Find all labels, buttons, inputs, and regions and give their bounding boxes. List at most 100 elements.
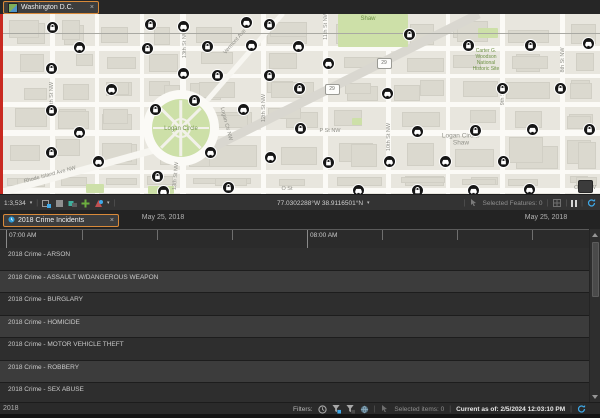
crime-marker-vehicle-icon[interactable]	[526, 123, 539, 136]
crime-marker-theft-lock-icon[interactable]	[524, 39, 537, 52]
crime-marker-theft-lock-icon[interactable]	[151, 170, 164, 183]
pause-drawing-icon[interactable]	[571, 200, 577, 207]
crime-marker-theft-lock-icon[interactable]	[45, 62, 58, 75]
crime-marker-vehicle-icon[interactable]	[439, 155, 452, 168]
crime-marker-theft-lock-icon[interactable]	[583, 123, 596, 136]
crime-marker-theft-lock-icon[interactable]	[45, 146, 58, 159]
building	[463, 81, 498, 97]
minor-tick	[532, 230, 533, 240]
crime-marker-theft-lock-icon[interactable]	[469, 124, 482, 137]
timeline-row-label: 2018 Crime - HOMICIDE	[8, 319, 80, 326]
crime-marker-vehicle-icon[interactable]	[204, 146, 217, 159]
timeline-footer: 2018 Filters: | Selected items: 0 | Curr…	[0, 402, 600, 414]
scale-value[interactable]: 1:3,534	[4, 200, 26, 207]
timeline-row-label: 2018 Crime - MOTOR VEHICLE THEFT	[8, 341, 124, 348]
building	[9, 20, 39, 37]
timeline-row-label: 2018 Crime - BURGLARY	[8, 296, 83, 303]
scale-dropdown-icon[interactable]: ▾	[30, 200, 33, 206]
selection-square-icon[interactable]	[55, 199, 64, 208]
crime-marker-theft-lock-icon[interactable]	[294, 122, 307, 135]
refresh-icon[interactable]	[587, 199, 596, 208]
crime-marker-vehicle-icon[interactable]	[467, 184, 480, 195]
map-canvas[interactable]: 292914th St NW13th St NW12th St NW11th S…	[0, 14, 600, 194]
add-selection-icon[interactable]	[42, 199, 51, 208]
crime-marker-vehicle-icon[interactable]	[245, 39, 258, 52]
timeline-scrollbar[interactable]	[589, 229, 600, 402]
crime-marker-theft-lock-icon[interactable]	[263, 18, 276, 31]
crime-marker-vehicle-icon[interactable]	[264, 151, 277, 164]
timeline-axis[interactable]: 07:00 AM08:00 AM	[0, 229, 589, 248]
add-data-icon[interactable]	[81, 199, 90, 208]
crime-marker-theft-lock-icon[interactable]	[144, 18, 157, 31]
timeline-row-label: 2018 Crime - SEX ABUSE	[8, 386, 84, 393]
scroll-up-icon[interactable]	[590, 229, 600, 240]
tab-2018-crime-incidents[interactable]: 2018 Crime Incidents ×	[3, 214, 119, 227]
street-label: O St	[281, 186, 292, 192]
explore-tool-icon[interactable]	[68, 199, 77, 208]
timeline-row[interactable]: 2018 Crime - ARSON	[0, 248, 589, 271]
crime-marker-vehicle-icon[interactable]	[381, 87, 394, 100]
crime-marker-vehicle-icon[interactable]	[73, 41, 86, 54]
timeline-icon	[8, 216, 15, 225]
close-icon[interactable]: ×	[110, 217, 114, 224]
building	[402, 112, 440, 127]
timeline-row[interactable]: 2018 Crime - MOTOR VEHICLE THEFT	[0, 338, 589, 361]
crime-marker-theft-lock-icon[interactable]	[45, 104, 58, 117]
crime-marker-vehicle-icon[interactable]	[177, 67, 190, 80]
crime-marker-vehicle-icon[interactable]	[582, 37, 595, 50]
crime-marker-theft-lock-icon[interactable]	[554, 82, 567, 95]
timeline-row[interactable]: 2018 Crime - SEX ABUSE	[0, 383, 589, 402]
building	[103, 109, 129, 125]
crime-marker-vehicle-icon[interactable]	[105, 83, 118, 96]
grid-icon[interactable]	[552, 199, 561, 208]
street-label: 10th St NW	[386, 123, 392, 151]
coordinates-dropdown-icon[interactable]: ▾	[367, 200, 370, 206]
timeline-row[interactable]: 2018 Crime - HOMICIDE	[0, 316, 589, 339]
navigate-tool-icon[interactable]	[94, 199, 103, 208]
clear-filter-icon[interactable]	[346, 405, 355, 414]
crime-marker-theft-lock-icon[interactable]	[496, 82, 509, 95]
tools-dropdown-icon[interactable]: ▾	[107, 200, 110, 206]
window-bottom-edge	[0, 414, 600, 418]
crime-marker-vehicle-icon[interactable]	[411, 125, 424, 138]
crime-marker-theft-lock-icon[interactable]	[201, 40, 214, 53]
crime-marker-vehicle-icon[interactable]	[322, 57, 335, 70]
crime-marker-theft-lock-icon[interactable]	[411, 184, 424, 195]
timeline-row[interactable]: 2018 Crime - ROBBERY	[0, 361, 589, 384]
hour-tick-label: 08:00 AM	[310, 232, 337, 239]
crime-marker-theft-lock-icon[interactable]	[322, 156, 335, 169]
crime-marker-theft-lock-icon[interactable]	[141, 42, 154, 55]
crime-marker-theft-lock-icon[interactable]	[149, 103, 162, 116]
crime-marker-vehicle-icon[interactable]	[177, 20, 190, 33]
close-icon[interactable]: ×	[90, 4, 94, 11]
crime-marker-vehicle-icon[interactable]	[292, 40, 305, 53]
crime-marker-theft-lock-icon[interactable]	[293, 82, 306, 95]
crime-marker-theft-lock-icon[interactable]	[462, 39, 475, 52]
building	[345, 83, 370, 94]
crime-marker-vehicle-icon[interactable]	[237, 103, 250, 116]
time-filter-icon[interactable]	[318, 405, 327, 414]
spatial-filter-icon[interactable]	[360, 405, 369, 414]
map-edge-red-strip	[0, 14, 3, 194]
crime-marker-vehicle-icon[interactable]	[523, 183, 536, 195]
crime-marker-vehicle-icon[interactable]	[240, 16, 253, 29]
crime-marker-theft-lock-icon[interactable]	[263, 69, 276, 82]
crime-marker-theft-lock-icon[interactable]	[222, 181, 235, 194]
crime-marker-vehicle-icon[interactable]	[352, 184, 365, 195]
scrollbar-thumb[interactable]	[592, 242, 599, 297]
crime-marker-vehicle-icon[interactable]	[383, 155, 396, 168]
crime-marker-theft-lock-icon[interactable]	[188, 94, 201, 107]
crime-marker-vehicle-icon[interactable]	[157, 185, 170, 195]
timeline-row[interactable]: 2018 Crime - BURGLARY	[0, 293, 589, 316]
crime-marker-theft-lock-icon[interactable]	[211, 69, 224, 82]
tab-washington-dc[interactable]: Washington D.C. ×	[3, 1, 99, 14]
refresh-icon[interactable]	[577, 405, 586, 414]
crime-marker-theft-lock-icon[interactable]	[403, 28, 416, 41]
crime-marker-theft-lock-icon[interactable]	[46, 21, 59, 34]
crime-marker-theft-lock-icon[interactable]	[497, 155, 510, 168]
timeline-row[interactable]: 2018 Crime - ASSAULT W/DANGEROUS WEAPON	[0, 271, 589, 294]
crime-marker-vehicle-icon[interactable]	[73, 126, 86, 139]
crime-marker-vehicle-icon[interactable]	[92, 155, 105, 168]
attribute-filter-icon[interactable]	[332, 405, 341, 414]
scroll-down-icon[interactable]	[590, 391, 600, 402]
